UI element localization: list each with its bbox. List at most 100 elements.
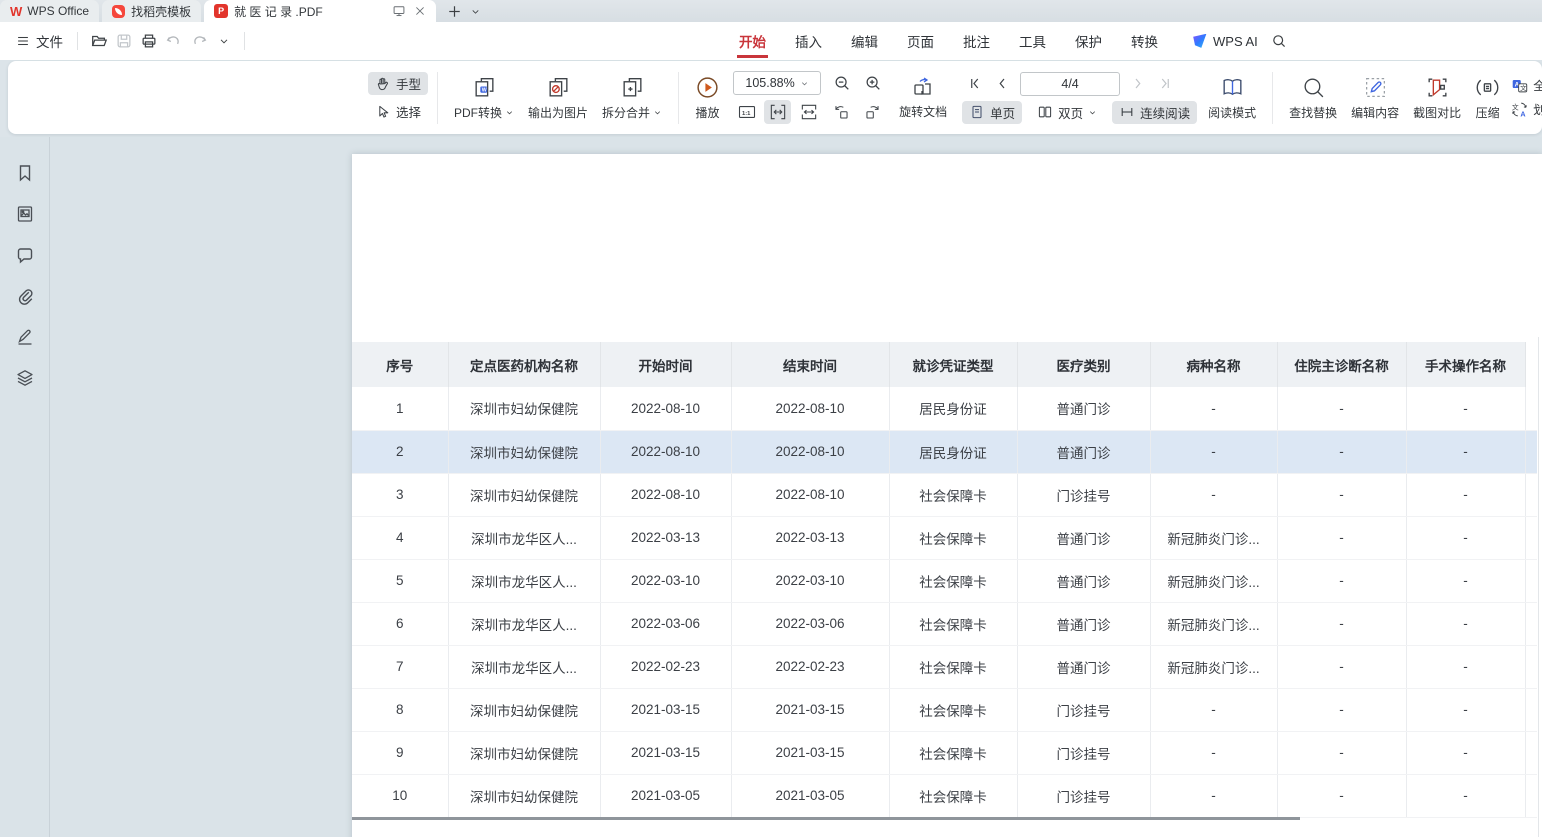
tab-list-chevron-icon[interactable] [470, 6, 481, 17]
save-button[interactable] [111, 29, 136, 54]
export-image-button[interactable]: 输出为图片 [521, 72, 595, 124]
actual-size-button[interactable]: 1:1 [733, 100, 760, 124]
quick-access-chevron-icon[interactable] [211, 29, 236, 54]
table-row: 6深圳市龙华区人...2022-03-062022-03-06社会保障卡普通门诊… [352, 602, 1537, 645]
tab-home[interactable]: 开始 [739, 22, 766, 60]
undo-button[interactable] [161, 29, 186, 54]
table-cell: 2021-03-15 [731, 731, 889, 774]
edit-content-button[interactable]: 编辑内容 [1344, 72, 1406, 124]
wps-ai-button[interactable]: WPS AI [1192, 22, 1258, 60]
chevron-down-icon [1088, 108, 1097, 117]
ribbon-tabs: 开始 插入 编辑 页面 批注 工具 保护 转换 [739, 22, 1158, 60]
table-cell: 新冠肺炎门诊... [1150, 559, 1277, 602]
fit-width-button[interactable] [764, 100, 791, 124]
new-tab-icon[interactable] [447, 4, 462, 19]
zoom-out-button[interactable] [828, 71, 855, 95]
ribbon-toolbar: 手型 选择 W PDF转换 输出为图片 拆分合并 [8, 61, 1542, 134]
open-file-button[interactable] [86, 29, 111, 54]
table-cell: 社会保障卡 [889, 559, 1017, 602]
word-translate-icon: 文A [1511, 101, 1528, 118]
screenshot-compare-button[interactable]: 截图对比 [1406, 72, 1468, 124]
cursor-icon [375, 104, 391, 120]
tab-convert[interactable]: 转换 [1131, 22, 1158, 60]
compress-icon [1475, 75, 1500, 100]
save-icon [115, 32, 133, 50]
table-cell: - [1406, 774, 1525, 817]
tab-tools[interactable]: 工具 [1019, 22, 1046, 60]
table-cell: 深圳市龙华区人... [448, 516, 600, 559]
continuous-read-button[interactable]: 连续阅读 [1112, 101, 1197, 124]
table-cell: 2022-02-23 [600, 645, 731, 688]
zoom-level-select[interactable]: 105.88% [733, 71, 821, 95]
zoom-in-button[interactable] [859, 71, 886, 95]
full-text-translate-button[interactable]: A文 全文翻译 [1511, 77, 1542, 94]
tab-protect[interactable]: 保护 [1075, 22, 1102, 60]
tab-comment[interactable]: 批注 [963, 22, 990, 60]
tab-edit[interactable]: 编辑 [851, 22, 878, 60]
select-tool-button[interactable]: 选择 [368, 100, 428, 123]
tab-document-pdf[interactable]: P 就 医 记 录 .PDF [204, 0, 436, 22]
table-cell-cut [1525, 645, 1537, 688]
table-cell: 社会保障卡 [889, 688, 1017, 731]
separator [244, 32, 245, 50]
wps-pdf-window: W WPS Office 找稻壳模板 P 就 医 记 录 .PDF [0, 0, 1542, 837]
table-cell: - [1406, 688, 1525, 731]
document-workspace: 序号定点医药机构名称开始时间结束时间就诊凭证类型医疗类别病种名称住院主诊断名称手… [0, 137, 1542, 837]
fit-page-button[interactable] [795, 100, 822, 124]
table-cell: 2022-08-10 [731, 430, 889, 473]
pdf-convert-button[interactable]: W PDF转换 [447, 72, 521, 124]
tab-insert[interactable]: 插入 [795, 22, 822, 60]
play-button[interactable]: 播放 [688, 72, 727, 124]
rotate-right-button[interactable] [859, 100, 886, 124]
print-button[interactable] [136, 29, 161, 54]
comments-panel-button[interactable] [11, 243, 39, 267]
previous-page-button[interactable] [989, 72, 1016, 96]
close-tab-icon[interactable] [414, 5, 426, 17]
pdf-viewport[interactable]: 序号定点医药机构名称开始时间结束时间就诊凭证类型医疗类别病种名称住院主诊断名称手… [51, 137, 1542, 837]
table-cell: - [1277, 731, 1406, 774]
table-cell: - [1150, 387, 1277, 430]
first-page-button[interactable] [962, 72, 989, 96]
table-cell: 深圳市妇幼保健院 [448, 387, 600, 430]
tab-page[interactable]: 页面 [907, 22, 934, 60]
tab-docer-templates[interactable]: 找稻壳模板 [102, 0, 201, 22]
table-cell-cut [1525, 688, 1537, 731]
chevron-down-icon [505, 108, 514, 117]
zoom-in-icon [864, 74, 882, 92]
attachments-panel-button[interactable] [11, 284, 39, 308]
bookmarks-panel-button[interactable] [11, 161, 39, 185]
table-cell: 7 [352, 645, 448, 688]
signature-pen-icon [15, 327, 35, 347]
redo-icon [190, 32, 208, 50]
file-menu-button[interactable]: 文件 [10, 28, 69, 54]
find-replace-button[interactable]: 查找替换 [1282, 72, 1344, 124]
compress-button[interactable]: 压缩 [1468, 72, 1507, 124]
table-cell: - [1277, 516, 1406, 559]
next-page-button[interactable] [1124, 72, 1151, 96]
search-button[interactable] [1271, 33, 1287, 49]
full-translate-icon: A文 [1511, 77, 1528, 94]
last-page-button[interactable] [1151, 72, 1178, 96]
comment-icon [15, 245, 35, 265]
page-number-input[interactable]: 4/4 [1020, 72, 1120, 96]
redo-button[interactable] [186, 29, 211, 54]
play-icon [695, 75, 720, 100]
word-translate-button[interactable]: 文A 划词翻译 [1511, 101, 1542, 118]
fit-page-icon [799, 102, 819, 122]
rotate-left-button[interactable] [828, 100, 855, 124]
rotate-left-icon [832, 103, 851, 122]
reading-mode-button[interactable]: 阅读模式 [1201, 72, 1263, 124]
rotate-document-button[interactable]: 旋转文档 [892, 72, 954, 123]
signature-panel-button[interactable] [11, 325, 39, 349]
layers-panel-button[interactable] [11, 366, 39, 390]
hand-tool-button[interactable]: 手型 [368, 72, 428, 95]
thumbnails-panel-button[interactable] [11, 202, 39, 226]
table-cell: 2 [352, 430, 448, 473]
double-page-button[interactable]: 双页 [1030, 101, 1104, 124]
table-cell: - [1150, 473, 1277, 516]
single-page-button[interactable]: 单页 [962, 101, 1022, 124]
table-cell: - [1277, 387, 1406, 430]
tab-wps-office[interactable]: W WPS Office [0, 0, 99, 22]
split-merge-button[interactable]: 拆分合并 [595, 72, 669, 124]
screen-share-icon[interactable] [392, 4, 406, 18]
